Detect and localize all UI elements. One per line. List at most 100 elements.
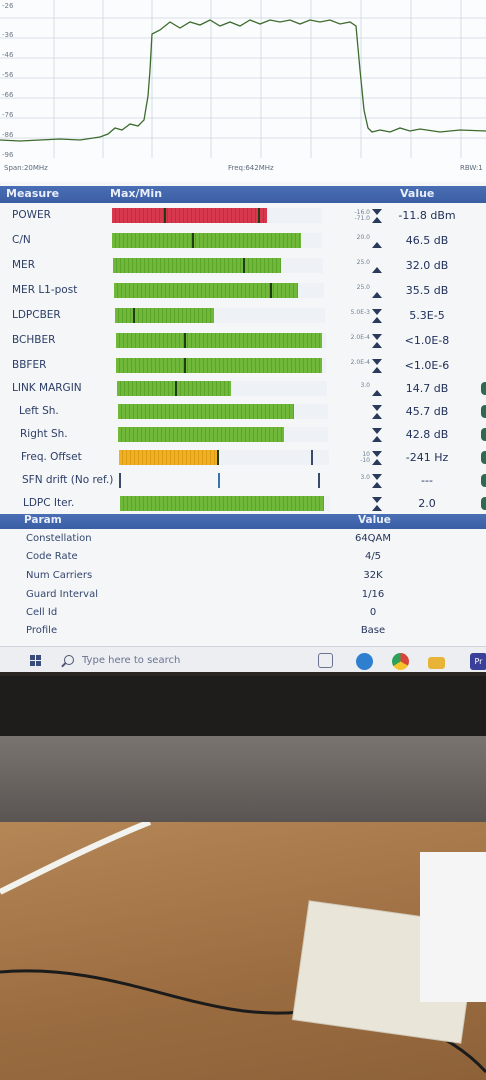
measure-value: 32.0 dB [405, 259, 449, 272]
limit-values: 2.0E-4 [350, 334, 370, 341]
value-column-header: Value [400, 187, 435, 200]
monitor-screen: -26 -36 -46 -56 -66 -76 -86 -96 Span:20M… [0, 0, 486, 672]
limit-arrows-icon [372, 474, 384, 489]
param-label: Num Carriers [26, 570, 93, 581]
param-row-num-carriers: Num Carriers 32K [0, 567, 486, 585]
side-indicator [481, 382, 486, 395]
param-value: 1/16 [361, 589, 385, 600]
edge-icon[interactable] [356, 653, 373, 670]
measure-row-power[interactable]: POWER -16.0 -71.0 -11.8 dBm [0, 204, 486, 227]
measure-label: BBFER [12, 359, 47, 371]
param-value: 4/5 [364, 551, 382, 562]
level-bar [120, 496, 330, 511]
y-tick: -26 [2, 2, 14, 10]
y-tick: -46 [2, 51, 14, 59]
rbw-label: RBW:1 [460, 164, 483, 172]
measure-label: C/N [12, 234, 31, 246]
measure-row-freq-offset[interactable]: Freq. Offset 10 -10 -241 Hz [0, 446, 486, 469]
limit-arrows-icon [372, 334, 384, 349]
param-column-header: Param [24, 514, 62, 526]
limit-values: 25.0 [356, 259, 370, 266]
limit-arrows-icon [372, 428, 384, 443]
monitor-stand [0, 736, 486, 822]
measure-label: Right Sh. [20, 428, 68, 440]
freq-label: Freq:642MHz [228, 164, 274, 172]
limit-arrows-icon [372, 497, 384, 512]
measure-row-ldpcber[interactable]: LDPCBER 5.0E-3 5.3E-5 [0, 304, 486, 327]
limit-values: 3.0 [360, 382, 370, 389]
param-label: Code Rate [26, 551, 78, 562]
limit-values: 20.0 [356, 234, 370, 241]
measure-label: POWER [12, 209, 51, 221]
measure-label: MER L1-post [12, 284, 78, 296]
min-marker [184, 333, 186, 348]
measure-label: LDPC Iter. [23, 497, 75, 509]
measure-value: 14.7 dB [405, 382, 449, 395]
level-bar [118, 427, 328, 442]
side-indicator [481, 405, 486, 418]
param-label: Constellation [26, 533, 92, 544]
measure-value: -11.8 dBm [398, 209, 456, 222]
chrome-icon[interactable] [392, 653, 409, 670]
param-label: Profile [26, 625, 58, 636]
level-bar-fill [116, 358, 322, 373]
y-tick: -86 [2, 131, 14, 139]
min-marker [270, 283, 272, 298]
measure-label: Freq. Offset [21, 451, 82, 463]
measure-value: 35.5 dB [405, 284, 449, 297]
y-tick: -96 [2, 151, 14, 159]
measure-value: -241 Hz [405, 451, 449, 464]
measure-label: BCHBER [12, 334, 56, 346]
level-bar [117, 381, 327, 396]
level-bar-fill [116, 333, 322, 348]
level-bar [112, 233, 322, 248]
measure-row-cn[interactable]: C/N 20.0 46.5 dB [0, 229, 486, 252]
min-marker [243, 258, 245, 273]
level-bar [118, 404, 328, 419]
measure-row-bbfer[interactable]: BBFER 2.0E-4 <1.0E-6 [0, 354, 486, 377]
measure-row-link-margin[interactable]: LINK MARGIN 3.0 14.7 dB [0, 377, 486, 400]
measure-row-right-shoulder[interactable]: Right Sh. 42.8 dB [0, 423, 486, 446]
measure-row-bchber[interactable]: BCHBER 2.0E-4 <1.0E-8 [0, 329, 486, 352]
task-view-icon[interactable] [318, 653, 333, 668]
measure-row-mer-l1-post[interactable]: MER L1-post 25.0 35.5 dB [0, 279, 486, 302]
level-bar-fill [118, 404, 294, 419]
search-icon [64, 655, 74, 665]
param-row-constellation: Constellation 64QAM [0, 530, 486, 548]
limit-values: -16.0 -71.0 [354, 209, 370, 222]
windows-icon[interactable] [30, 655, 42, 667]
level-bar [116, 333, 326, 348]
side-indicator [481, 428, 486, 441]
measure-value: 42.8 dB [405, 428, 449, 441]
maxmin-column-header: Max/Min [110, 187, 163, 200]
limit-values: 25.0 [356, 284, 370, 291]
max-marker [318, 473, 320, 488]
measure-row-ldpc-iter[interactable]: LDPC Iter. 2.0 [0, 492, 486, 515]
max-marker [258, 208, 260, 223]
limit-up-icon [372, 234, 384, 249]
min-marker [217, 450, 219, 465]
measure-table-header: Measure Max/Min Value [0, 186, 486, 203]
measure-row-sfn-drift[interactable]: SFN drift (No ref.) 3.0 --- [0, 469, 486, 492]
min-marker [175, 381, 177, 396]
limit-arrows-icon [372, 309, 384, 324]
measure-value: 2.0 [418, 497, 436, 510]
param-value: Base [360, 625, 386, 636]
measure-label: SFN drift (No ref.) [22, 474, 114, 486]
measure-row-left-shoulder[interactable]: Left Sh. 45.7 dB [0, 400, 486, 423]
min-marker [133, 308, 135, 323]
app-icon[interactable]: Pr [470, 653, 486, 670]
level-bar-fill [119, 450, 219, 465]
taskbar-search-input[interactable]: Type here to search [82, 655, 180, 666]
file-explorer-icon[interactable] [428, 657, 445, 669]
limit-arrows-icon [372, 405, 384, 420]
limit-up-icon [372, 382, 384, 397]
level-bar [114, 283, 324, 298]
limit-arrows-icon [372, 209, 384, 224]
level-bar [112, 208, 322, 223]
limit-up-icon [372, 284, 384, 299]
desk-objects [0, 822, 486, 1074]
level-bar-fill [118, 427, 284, 442]
measure-row-mer[interactable]: MER 25.0 32.0 dB [0, 254, 486, 277]
level-bar [115, 308, 325, 323]
